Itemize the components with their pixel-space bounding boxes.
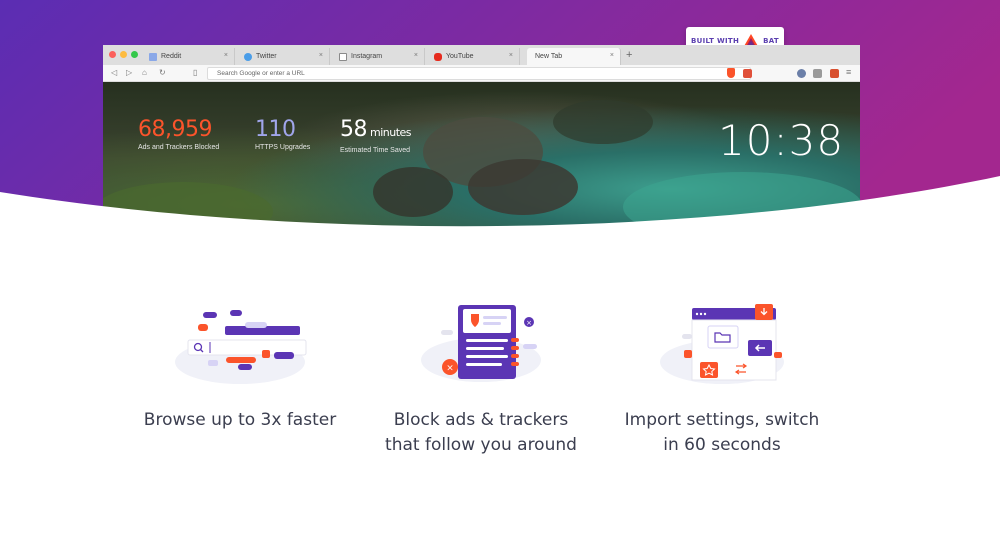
svg-text:×: × xyxy=(526,319,532,327)
feature-caption: Import settings, switch in 60 seconds xyxy=(592,408,852,458)
window-controls xyxy=(109,51,138,58)
time-saved-unit: minutes xyxy=(370,126,412,139)
extension-icon[interactable] xyxy=(830,69,839,78)
search-speed-illustration xyxy=(175,310,307,384)
import-settings-illustration xyxy=(660,304,784,384)
browser-window: Reddit × Twitter × Instagram × YouTube ×… xyxy=(103,45,860,235)
https-upgrades-count: 110 xyxy=(255,117,296,142)
url-bar-input[interactable]: Search Google or enter a URL xyxy=(207,67,751,80)
close-window-icon[interactable] xyxy=(109,51,116,58)
tab-label: New Tab xyxy=(535,53,563,60)
feature-import-settings: Import settings, switch in 60 seconds xyxy=(592,300,852,458)
tab-close-icon[interactable]: × xyxy=(610,52,614,59)
new-tab-page-background: 68,959 Ads and Trackers Blocked 110 HTTP… xyxy=(103,82,860,235)
ntp-clock: 10:38 xyxy=(718,116,845,165)
ads-blocked-label: Ads and Trackers Blocked xyxy=(138,144,220,151)
caption-line: Block ads & trackers xyxy=(393,410,569,430)
caption-line: in 60 seconds xyxy=(663,435,781,455)
tab-close-icon[interactable]: × xyxy=(224,52,228,59)
feature-caption: Block ads & trackers that follow you aro… xyxy=(351,408,611,458)
forward-icon[interactable]: ▷ xyxy=(126,68,132,77)
bat-brand-label: BAT xyxy=(763,36,779,45)
caption-line: that follow you around xyxy=(385,435,577,455)
extension-icon[interactable] xyxy=(813,69,822,78)
maximize-window-icon[interactable] xyxy=(131,51,138,58)
tab-label: Reddit xyxy=(161,53,182,60)
tab-close-icon[interactable]: × xyxy=(509,52,513,59)
stat-time-saved: 58 minutes Estimated Time Saved xyxy=(340,117,412,154)
reddit-icon xyxy=(149,52,157,61)
tab-close-icon[interactable]: × xyxy=(414,52,418,59)
back-icon[interactable]: ◁ xyxy=(111,68,117,77)
menu-icon[interactable]: ≡ xyxy=(846,67,851,77)
tab-twitter[interactable]: Twitter × xyxy=(236,48,330,65)
youtube-icon xyxy=(434,52,442,61)
browser-toolbar: ◁ ▷ ⌂ ↻ ▯ Search Google or enter a URL ≡ xyxy=(103,65,860,82)
brave-rewards-icon[interactable] xyxy=(743,69,752,78)
time-saved-value: 58 minutes xyxy=(340,117,412,146)
feature-caption: Browse up to 3x faster xyxy=(110,408,370,433)
instagram-icon xyxy=(339,52,347,61)
tab-youtube[interactable]: YouTube × xyxy=(426,48,520,65)
built-with-label: BUILT WITH xyxy=(691,36,740,45)
minimize-window-icon[interactable] xyxy=(120,51,127,58)
tab-close-icon[interactable]: × xyxy=(319,52,323,59)
caption-line: Browse up to 3x faster xyxy=(143,410,337,430)
tab-label: Instagram xyxy=(351,53,383,60)
ads-blocked-count: 68,959 xyxy=(138,117,212,142)
feature-block-ads: × × Block ads & trackers that follow you… xyxy=(351,300,611,458)
tab-label: Twitter xyxy=(256,53,277,60)
svg-text:×: × xyxy=(446,364,454,374)
shield-block-illustration: × × xyxy=(421,305,541,382)
tab-instagram[interactable]: Instagram × xyxy=(331,48,425,65)
home-icon[interactable]: ⌂ xyxy=(142,68,147,77)
brave-shield-icon[interactable] xyxy=(727,68,735,78)
bookmark-icon[interactable]: ▯ xyxy=(193,68,197,77)
tab-label: YouTube xyxy=(446,53,474,60)
tab-bar: Reddit × Twitter × Instagram × YouTube ×… xyxy=(103,45,860,65)
feature-browse-faster: Browse up to 3x faster xyxy=(110,300,370,433)
time-saved-label: Estimated Time Saved xyxy=(340,147,411,154)
tab-new-tab[interactable]: New Tab × xyxy=(527,48,621,65)
https-upgrades-label: HTTPS Upgrades xyxy=(255,144,311,151)
stat-https-upgrades: 110 HTTPS Upgrades xyxy=(255,117,310,151)
new-tab-plus-icon[interactable]: + xyxy=(626,49,632,61)
twitter-icon xyxy=(244,52,252,61)
tab-reddit[interactable]: Reddit × xyxy=(141,48,235,65)
stat-ads-blocked: 68,959 Ads and Trackers Blocked xyxy=(138,117,219,151)
reload-icon[interactable]: ↻ xyxy=(159,68,166,77)
extension-icon[interactable] xyxy=(797,69,806,78)
time-saved-count: 58 xyxy=(340,117,368,142)
caption-line: Import settings, switch xyxy=(624,410,820,430)
